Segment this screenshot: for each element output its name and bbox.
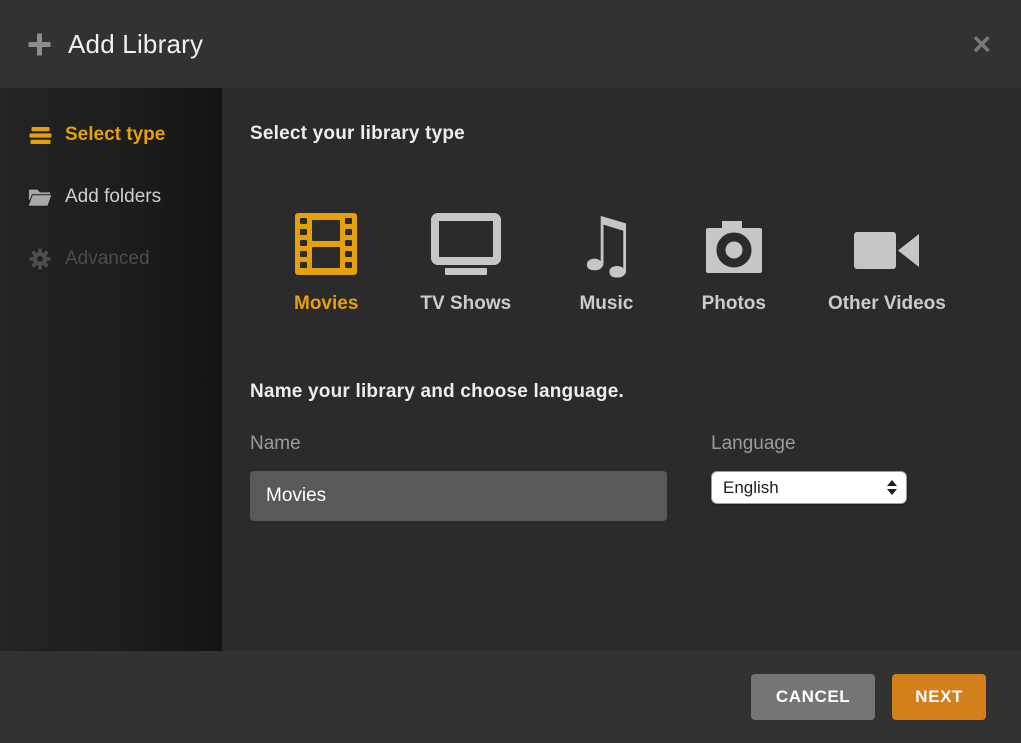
select-stepper-icon [887, 480, 897, 495]
type-label-movies: Movies [294, 293, 358, 315]
next-button[interactable]: NEXT [892, 674, 986, 720]
music-note-icon: ♫ [573, 213, 639, 275]
tv-icon [430, 213, 502, 275]
type-label-photos: Photos [702, 293, 766, 315]
plus-icon [28, 33, 51, 56]
library-type-photos[interactable]: Photos [702, 213, 766, 315]
add-library-dialog: Add Library × Select type [0, 0, 1021, 743]
sidebar-item-label: Advanced [65, 248, 150, 270]
language-select[interactable]: English [711, 471, 907, 504]
type-label-tv-shows: TV Shows [420, 293, 511, 315]
library-name-input[interactable] [250, 471, 667, 521]
sidebar-item-label: Select type [65, 124, 165, 146]
name-label: Name [250, 433, 667, 455]
library-type-other-videos[interactable]: Other Videos [828, 213, 946, 315]
dialog-footer: CANCEL NEXT [0, 651, 1021, 743]
dialog-title: Add Library [68, 29, 203, 60]
list-icon [28, 124, 52, 147]
folder-icon [28, 187, 52, 208]
video-camera-icon [854, 213, 920, 275]
sidebar-item-label: Add folders [65, 186, 161, 208]
library-type-heading: Select your library type [250, 123, 1021, 145]
library-type-row: Movies TV Shows ♫ Music [294, 213, 1021, 315]
library-type-movies[interactable]: Movies [294, 213, 358, 315]
close-icon[interactable]: × [968, 28, 995, 60]
library-type-tv-shows[interactable]: TV Shows [420, 213, 511, 315]
wizard-steps-sidebar: Select type Add folders [0, 88, 222, 651]
cancel-button[interactable]: CANCEL [751, 674, 875, 720]
library-type-music[interactable]: ♫ Music [573, 213, 639, 315]
language-label: Language [711, 433, 907, 455]
name-field-group: Name [250, 433, 667, 521]
dialog-body: Select type Add folders [0, 88, 1021, 651]
type-label-music: Music [579, 293, 633, 315]
film-strip-icon [295, 213, 357, 275]
gear-icon [28, 248, 52, 270]
sidebar-item-select-type[interactable]: Select type [0, 104, 222, 166]
name-language-heading: Name your library and choose language. [250, 381, 1021, 403]
dialog-header: Add Library × [0, 0, 1021, 88]
language-field-group: Language English [711, 433, 907, 521]
type-label-other-videos: Other Videos [828, 293, 946, 315]
language-selected-value: English [723, 478, 779, 498]
camera-icon [705, 213, 763, 275]
sidebar-item-add-folders[interactable]: Add folders [0, 166, 222, 228]
name-language-form: Name Language English [250, 433, 1021, 521]
select-type-panel: Select your library type [222, 88, 1021, 651]
sidebar-item-advanced: Advanced [0, 228, 222, 290]
